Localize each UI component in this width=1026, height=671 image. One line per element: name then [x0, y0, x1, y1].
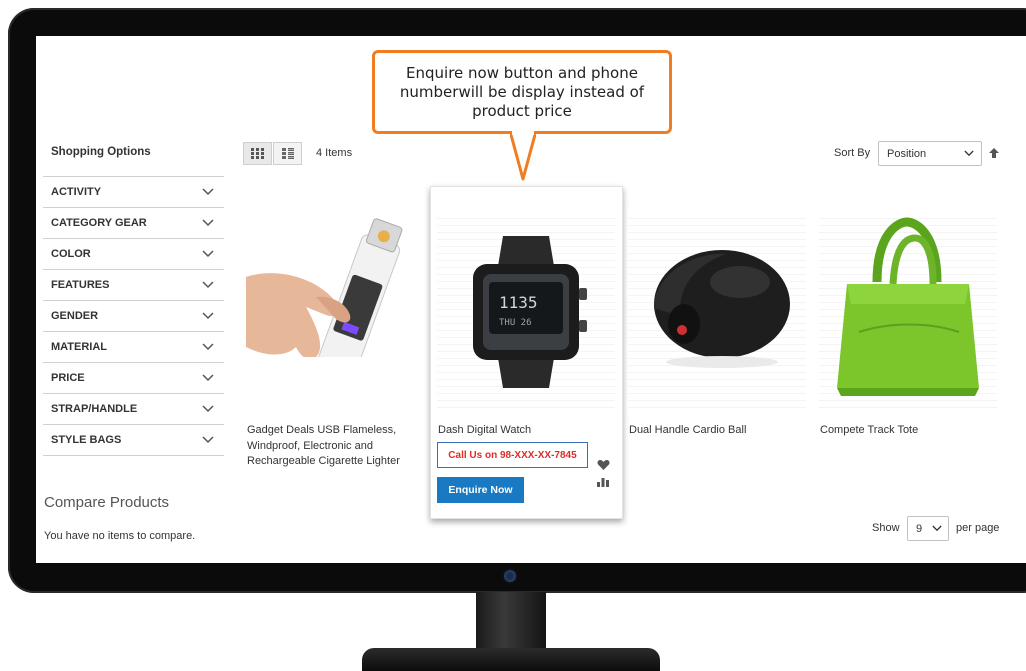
- sort-by-label: Sort By: [834, 147, 871, 159]
- chevron-down-icon: [202, 405, 214, 413]
- monitor-stand-neck: [476, 592, 546, 648]
- items-count: 4 Items: [316, 147, 353, 159]
- compare-bars-icon[interactable]: [597, 476, 609, 487]
- callout-box: Enquire now button and phone numberwill …: [372, 50, 672, 134]
- watch-image: 1135 THU 26: [473, 236, 587, 388]
- call-us-phone-text: Call Us on 98-XXX-XX-7845: [448, 449, 577, 461]
- filter-strap-handle[interactable]: STRAP/HANDLE: [43, 394, 224, 425]
- chevron-down-icon: [202, 219, 214, 227]
- product-image-tote[interactable]: [819, 212, 997, 414]
- product-image-watch[interactable]: 1135 THU 26: [437, 212, 615, 414]
- limiter-select[interactable]: 9: [907, 516, 949, 541]
- filter-activity[interactable]: ACTIVITY: [43, 177, 224, 208]
- compare-products-title: Compare Products: [44, 494, 170, 511]
- list-view-button[interactable]: [273, 142, 302, 165]
- compare-empty-text: You have no items to compare.: [44, 530, 196, 542]
- chevron-down-icon: [202, 312, 214, 320]
- filter-label: STYLE BAGS: [51, 434, 122, 446]
- chevron-down-icon: [202, 436, 214, 444]
- product-name-watch[interactable]: Dash Digital Watch: [438, 423, 608, 439]
- sort-by-select[interactable]: Position: [878, 141, 982, 166]
- product-image-cardio-ball[interactable]: [628, 212, 806, 414]
- filter-label: CATEGORY GEAR: [51, 217, 147, 229]
- chevron-down-icon: [202, 343, 214, 351]
- filter-label: ACTIVITY: [51, 186, 102, 198]
- list-icon: [281, 148, 294, 159]
- filter-label: STRAP/HANDLE: [51, 403, 138, 415]
- filter-price[interactable]: PRICE: [43, 363, 224, 394]
- enquire-now-label: Enquire Now: [448, 484, 513, 496]
- limiter-value: 9: [916, 522, 923, 535]
- chevron-down-icon: [964, 150, 974, 157]
- chevron-down-icon: [202, 188, 214, 196]
- lighter-image: [246, 207, 418, 409]
- product-image-lighter[interactable]: [246, 207, 418, 409]
- callout-pointer: [510, 131, 536, 181]
- filter-label: MATERIAL: [51, 341, 108, 353]
- grid-icon: [251, 148, 264, 159]
- shopping-options-title: Shopping Options: [51, 146, 151, 158]
- filter-style-bags[interactable]: STYLE BAGS: [43, 425, 224, 456]
- webcam-icon: [504, 570, 516, 582]
- product-name-tote[interactable]: Compete Track Tote: [820, 423, 990, 439]
- call-us-phone-box: Call Us on 98-XXX-XX-7845: [437, 442, 588, 468]
- sort-by-value: Position: [887, 147, 927, 160]
- filter-label: FEATURES: [51, 279, 110, 291]
- chevron-down-icon: [202, 374, 214, 382]
- arrow-up-icon[interactable]: [988, 147, 1000, 159]
- show-label: Show: [872, 522, 900, 534]
- product-name-lighter[interactable]: Gadget Deals USB Flameless, Windproof, E…: [247, 423, 417, 470]
- filter-features[interactable]: FEATURES: [43, 270, 224, 301]
- heart-icon[interactable]: [597, 459, 610, 471]
- filter-material[interactable]: MATERIAL: [43, 332, 224, 363]
- filter-label: GENDER: [51, 310, 99, 322]
- chevron-down-icon: [202, 281, 214, 289]
- cardio-ball-image: [654, 250, 790, 368]
- svg-text:1135: 1135: [499, 293, 538, 312]
- monitor-stand-base: [362, 648, 660, 671]
- callout-text: Enquire now button and phone numberwill …: [399, 63, 645, 120]
- chevron-down-icon: [932, 525, 942, 532]
- grid-view-button[interactable]: [243, 142, 272, 165]
- per-page-label: per page: [956, 522, 1000, 534]
- filter-color[interactable]: COLOR: [43, 239, 224, 270]
- filter-label: COLOR: [51, 248, 91, 260]
- filter-list: ACTIVITY CATEGORY GEAR COLOR FEATURES GE…: [43, 176, 224, 456]
- filter-category-gear[interactable]: CATEGORY GEAR: [43, 208, 224, 239]
- filter-label: PRICE: [51, 372, 85, 384]
- svg-text:THU 26: THU 26: [499, 318, 532, 328]
- enquire-now-button[interactable]: Enquire Now: [437, 477, 524, 503]
- tote-bag-image: [837, 217, 979, 396]
- product-name-cardio-ball[interactable]: Dual Handle Cardio Ball: [629, 423, 799, 439]
- filter-gender[interactable]: GENDER: [43, 301, 224, 332]
- chevron-down-icon: [202, 250, 214, 258]
